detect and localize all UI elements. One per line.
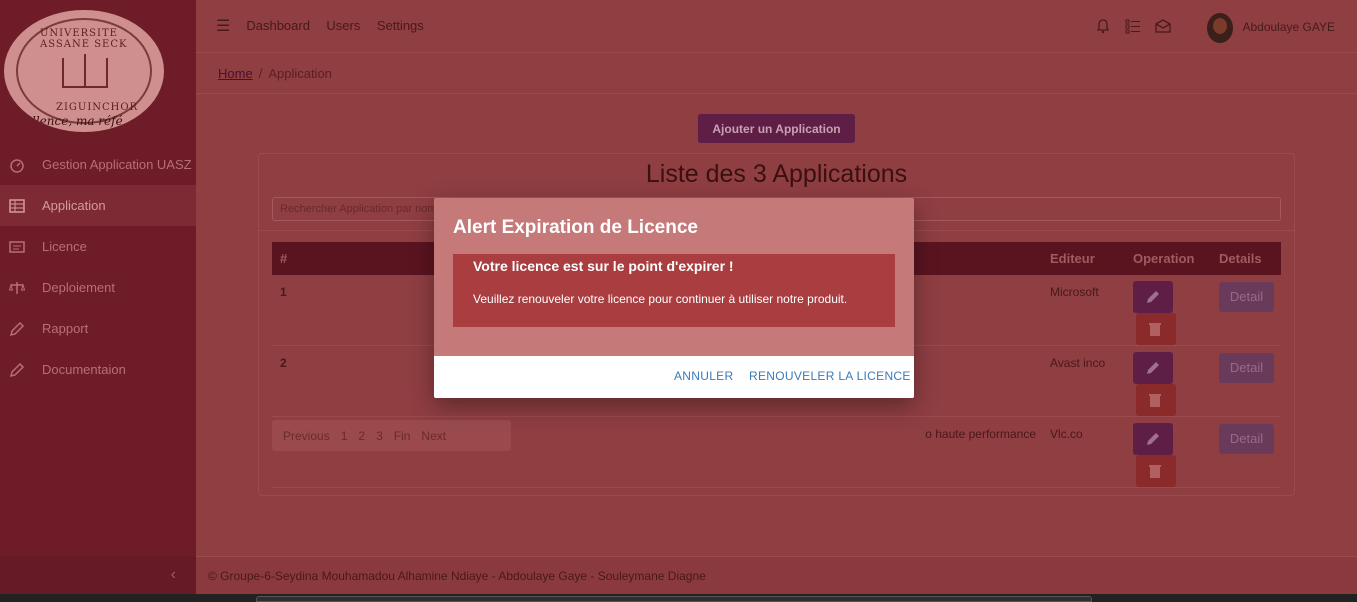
taskbar-window [256,596,1092,602]
license-expiration-dialog: Alert Expiration de Licence Votre licenc… [434,198,914,398]
renew-license-button[interactable]: RENOUVELER LA LICENCE [749,369,911,383]
alert-message: Veuillez renouveler votre licence pour c… [473,292,848,306]
dialog-actions: ANNULER RENOUVELER LA LICENCE [434,356,914,398]
dialog-title: Alert Expiration de Licence [453,217,698,238]
alert-title: Votre licence est sur le point d'expirer… [473,258,734,274]
alert-box: Votre licence est sur le point d'expirer… [453,254,895,327]
taskbar [0,594,1357,602]
cancel-button[interactable]: ANNULER [674,369,733,383]
